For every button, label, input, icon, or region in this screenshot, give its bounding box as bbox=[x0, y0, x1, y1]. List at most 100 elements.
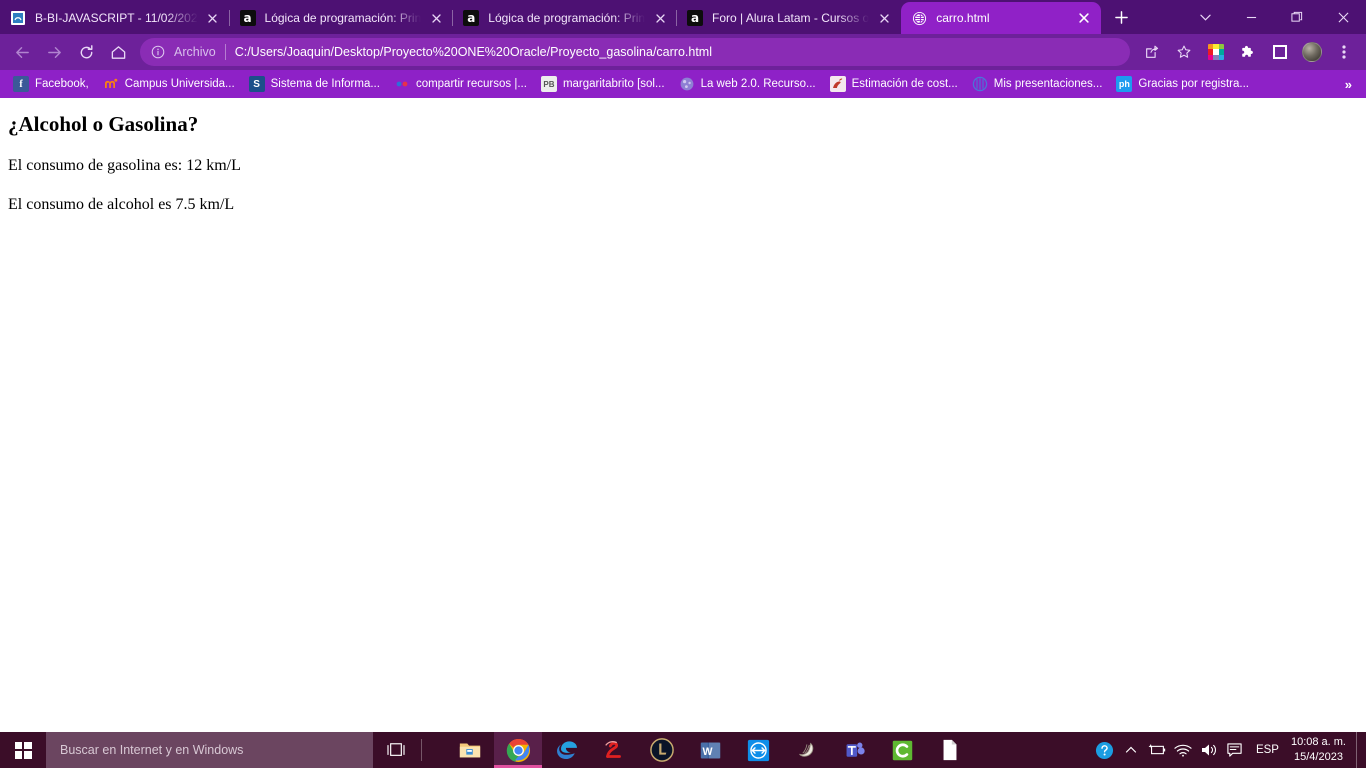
share-icon[interactable] bbox=[1138, 38, 1166, 66]
bookmark-item[interactable]: Mis presentaciones... bbox=[965, 73, 1110, 95]
bookmark-item[interactable]: La web 2.0. Recurso... bbox=[672, 73, 823, 95]
taskbar-app-teamviewer[interactable] bbox=[734, 732, 782, 768]
bookmark-item[interactable]: Estimación de cost... bbox=[823, 73, 965, 95]
star-icon[interactable] bbox=[1170, 38, 1198, 66]
color-grid-extension-icon[interactable] bbox=[1202, 38, 1230, 66]
clock-time: 10:08 a. m. bbox=[1290, 736, 1346, 749]
side-panel-icon[interactable] bbox=[1266, 38, 1294, 66]
minimize-icon[interactable] bbox=[1228, 0, 1274, 34]
browser-toolbar: Archivo C:/Users/Joaquin/Desktop/Proyect… bbox=[0, 34, 1366, 70]
moodle-icon bbox=[103, 76, 119, 92]
browser-tab-active[interactable]: carro.html bbox=[901, 2, 1102, 34]
volume-icon[interactable] bbox=[1196, 732, 1222, 768]
alura-icon: a bbox=[687, 10, 704, 26]
windows-start-icon[interactable] bbox=[0, 732, 46, 768]
taskbar-app-microsoft-edge[interactable] bbox=[542, 732, 590, 768]
taskbar-app-google-chrome[interactable] bbox=[494, 732, 542, 768]
taskbar-app-green-c[interactable] bbox=[878, 732, 926, 768]
taskbar-app-league-of-legends[interactable] bbox=[638, 732, 686, 768]
taskbar-app-document[interactable] bbox=[926, 732, 974, 768]
bookmark-label: Campus Universida... bbox=[124, 78, 235, 90]
page-viewport: ¿Alcohol o Gasolina? El consumo de gasol… bbox=[0, 98, 1366, 732]
s-glyph: S bbox=[253, 78, 260, 90]
windows-logo-glyph bbox=[14, 741, 32, 759]
bookmark-item[interactable]: compartir recursos |... bbox=[387, 73, 534, 95]
address-bar[interactable]: Archivo C:/Users/Joaquin/Desktop/Proyect… bbox=[140, 38, 1130, 66]
search-input[interactable]: Buscar en Internet y en Windows bbox=[46, 732, 373, 768]
close-icon[interactable] bbox=[1320, 0, 1366, 34]
url-text: C:/Users/Joaquin/Desktop/Proyecto%20ONE%… bbox=[234, 45, 712, 59]
avatar[interactable] bbox=[1298, 38, 1326, 66]
bookmark-label: Mis presentaciones... bbox=[993, 78, 1103, 90]
document-blue-icon bbox=[10, 10, 26, 26]
bookmarks-overflow-button[interactable]: » bbox=[1337, 77, 1360, 92]
taskbar-app-microsoft-word[interactable]: W bbox=[686, 732, 734, 768]
tab-search-icon[interactable] bbox=[1182, 0, 1228, 34]
url-scheme-label: Archivo bbox=[174, 45, 216, 59]
alura-icon: a bbox=[463, 10, 480, 26]
close-icon[interactable] bbox=[204, 9, 222, 27]
notifications-icon[interactable] bbox=[1222, 732, 1248, 768]
omnibox-divider bbox=[224, 44, 226, 60]
three-dot-menu-icon[interactable] bbox=[1330, 38, 1358, 66]
browser-tab[interactable]: a Lógica de programación: Prin bbox=[228, 2, 454, 34]
taskbar-app-red-two[interactable] bbox=[590, 732, 638, 768]
bookmark-item[interactable]: S Sistema de Informa... bbox=[242, 73, 387, 95]
task-view-icon[interactable] bbox=[373, 732, 419, 768]
close-icon[interactable] bbox=[427, 9, 445, 27]
browser-tab[interactable]: a Lógica de programación: Prin bbox=[452, 2, 677, 34]
taskbar-app-microsoft-teams[interactable] bbox=[830, 732, 878, 768]
taskbar-app-list: W bbox=[446, 732, 974, 768]
reload-icon[interactable] bbox=[72, 38, 100, 66]
alcohol-consumption-text: El consumo de alcohol es 7.5 km/L bbox=[8, 196, 235, 214]
bookmark-item[interactable]: PB margaritabrito [sol... bbox=[534, 73, 672, 95]
show-desktop-button[interactable] bbox=[1356, 732, 1362, 768]
blue-circle-icon bbox=[972, 76, 988, 92]
home-icon[interactable] bbox=[104, 38, 132, 66]
forward-arrow-icon[interactable] bbox=[40, 38, 68, 66]
tab-strip: B-BI-JAVASCRIPT - 11/02/202 a Lógica de … bbox=[0, 0, 1366, 34]
windows-taskbar: Buscar en Internet y en Windows W ESP 10… bbox=[0, 732, 1366, 768]
bookmark-label: Estimación de cost... bbox=[851, 78, 958, 90]
chevron-up-icon[interactable] bbox=[1118, 732, 1144, 768]
taskbar-app-shell[interactable] bbox=[782, 732, 830, 768]
help-circle-icon[interactable] bbox=[1092, 732, 1118, 768]
page-title: ¿Alcohol o Gasolina? bbox=[8, 112, 199, 136]
close-icon[interactable] bbox=[875, 9, 893, 27]
bookmark-label: margaritabrito [sol... bbox=[562, 78, 665, 90]
swan-icon bbox=[829, 76, 846, 92]
pb-glyph: PB bbox=[543, 79, 555, 89]
info-circle-icon[interactable] bbox=[150, 44, 166, 60]
bookmark-item[interactable]: f Facebook, bbox=[6, 73, 96, 95]
facebook-icon: f bbox=[13, 76, 29, 92]
wifi-icon[interactable] bbox=[1170, 732, 1196, 768]
browser-tab[interactable]: B-BI-JAVASCRIPT - 11/02/202 bbox=[0, 2, 230, 34]
globe-icon bbox=[911, 10, 927, 26]
new-tab-button[interactable] bbox=[1107, 3, 1135, 31]
browser-tab[interactable]: a Foro | Alura Latam - Cursos o bbox=[676, 2, 901, 34]
ph-glyph: ph bbox=[1118, 79, 1130, 89]
side-panel-glyph bbox=[1273, 45, 1287, 59]
taskbar-app-file-explorer[interactable] bbox=[446, 732, 494, 768]
close-icon[interactable] bbox=[1075, 9, 1093, 27]
language-indicator[interactable]: ESP bbox=[1248, 744, 1289, 756]
bookmark-item[interactable]: Campus Universida... bbox=[96, 73, 242, 95]
gasoline-consumption-text: El consumo de gasolina es: 12 km/L bbox=[8, 157, 241, 175]
bookmark-item[interactable]: ph Gracias por registra... bbox=[1109, 73, 1256, 95]
battery-icon[interactable] bbox=[1144, 732, 1170, 768]
pb-icon: PB bbox=[540, 76, 557, 92]
bookmark-label: Sistema de Informa... bbox=[270, 78, 380, 90]
dots-icon bbox=[394, 76, 410, 92]
back-arrow-icon[interactable] bbox=[8, 38, 36, 66]
taskbar-divider bbox=[421, 739, 422, 761]
close-icon[interactable] bbox=[651, 9, 669, 27]
puzzle-piece-icon[interactable] bbox=[1234, 38, 1262, 66]
clock[interactable]: 10:08 a. m. 15/4/2023 bbox=[1289, 735, 1356, 765]
search-placeholder: Buscar en Internet y en Windows bbox=[60, 743, 244, 757]
toolbar-actions bbox=[1136, 38, 1360, 66]
purple-circle-icon bbox=[679, 76, 695, 92]
maximize-icon[interactable] bbox=[1274, 0, 1320, 34]
tab-list: B-BI-JAVASCRIPT - 11/02/202 a Lógica de … bbox=[0, 0, 1102, 34]
tab-title: Lógica de programación: Prin bbox=[488, 11, 646, 25]
tab-title: carro.html bbox=[936, 11, 990, 25]
